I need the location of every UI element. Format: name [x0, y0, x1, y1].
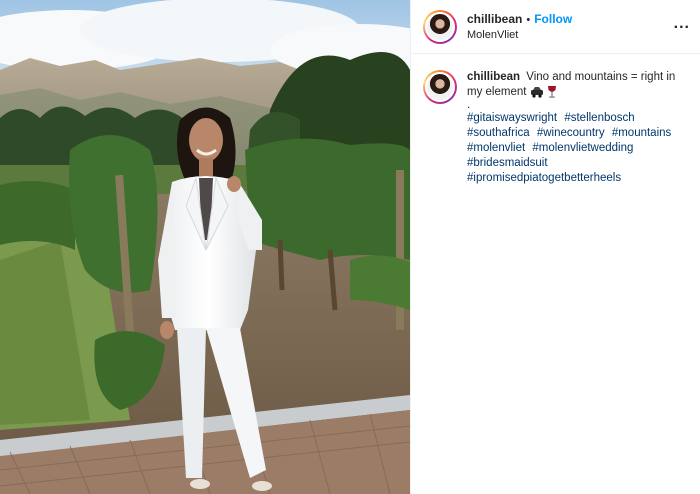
- hashtag-link[interactable]: #molenvlietwedding: [532, 142, 633, 154]
- caption-avatar[interactable]: [423, 70, 457, 104]
- hashtag-link[interactable]: #stellenbosch: [564, 112, 634, 124]
- hashtag-link[interactable]: #mountains: [612, 127, 671, 139]
- hashtag-link[interactable]: #bridesmaidsuit: [467, 157, 548, 169]
- instagram-post: chillibean • Follow MolenVliet ... chill…: [0, 0, 700, 494]
- wine-glass-icon: [547, 86, 556, 98]
- separator-dot: •: [526, 14, 531, 26]
- hashtag-link[interactable]: #southafrica: [467, 127, 530, 139]
- caption-separator-dot: .: [467, 99, 471, 112]
- header-text: chillibean • Follow MolenVliet: [467, 12, 572, 41]
- post-photo[interactable]: [0, 0, 410, 494]
- caption-body: chillibean Vino and mountains = right in…: [467, 70, 688, 186]
- hashtag-list: #gitaiswayswright #stellenbosch #southaf…: [467, 111, 688, 186]
- caption-avatar-image: [427, 74, 453, 100]
- lady-beetle-car-icon: [530, 87, 543, 98]
- more-options-icon[interactable]: ...: [674, 15, 690, 38]
- post-header: chillibean • Follow MolenVliet ...: [411, 0, 700, 54]
- post-side-panel: chillibean • Follow MolenVliet ... chill…: [410, 0, 700, 494]
- avatar[interactable]: [423, 9, 457, 44]
- location-link[interactable]: MolenVliet: [467, 29, 572, 41]
- follow-button[interactable]: Follow: [534, 12, 572, 26]
- hashtag-link[interactable]: #winecountry: [537, 127, 605, 139]
- post-photo-illustration: [0, 0, 410, 494]
- hashtag-link[interactable]: #molenvliet: [467, 142, 525, 154]
- avatar-image: [427, 13, 453, 40]
- caption: chillibean Vino and mountains = right in…: [411, 54, 700, 186]
- hashtag-link[interactable]: #ipromisedpiatogetbetterheels: [467, 172, 621, 184]
- caption-username-link[interactable]: chillibean: [467, 71, 520, 83]
- username-link[interactable]: chillibean: [467, 12, 522, 26]
- hashtag-link[interactable]: #gitaiswayswright: [467, 112, 557, 124]
